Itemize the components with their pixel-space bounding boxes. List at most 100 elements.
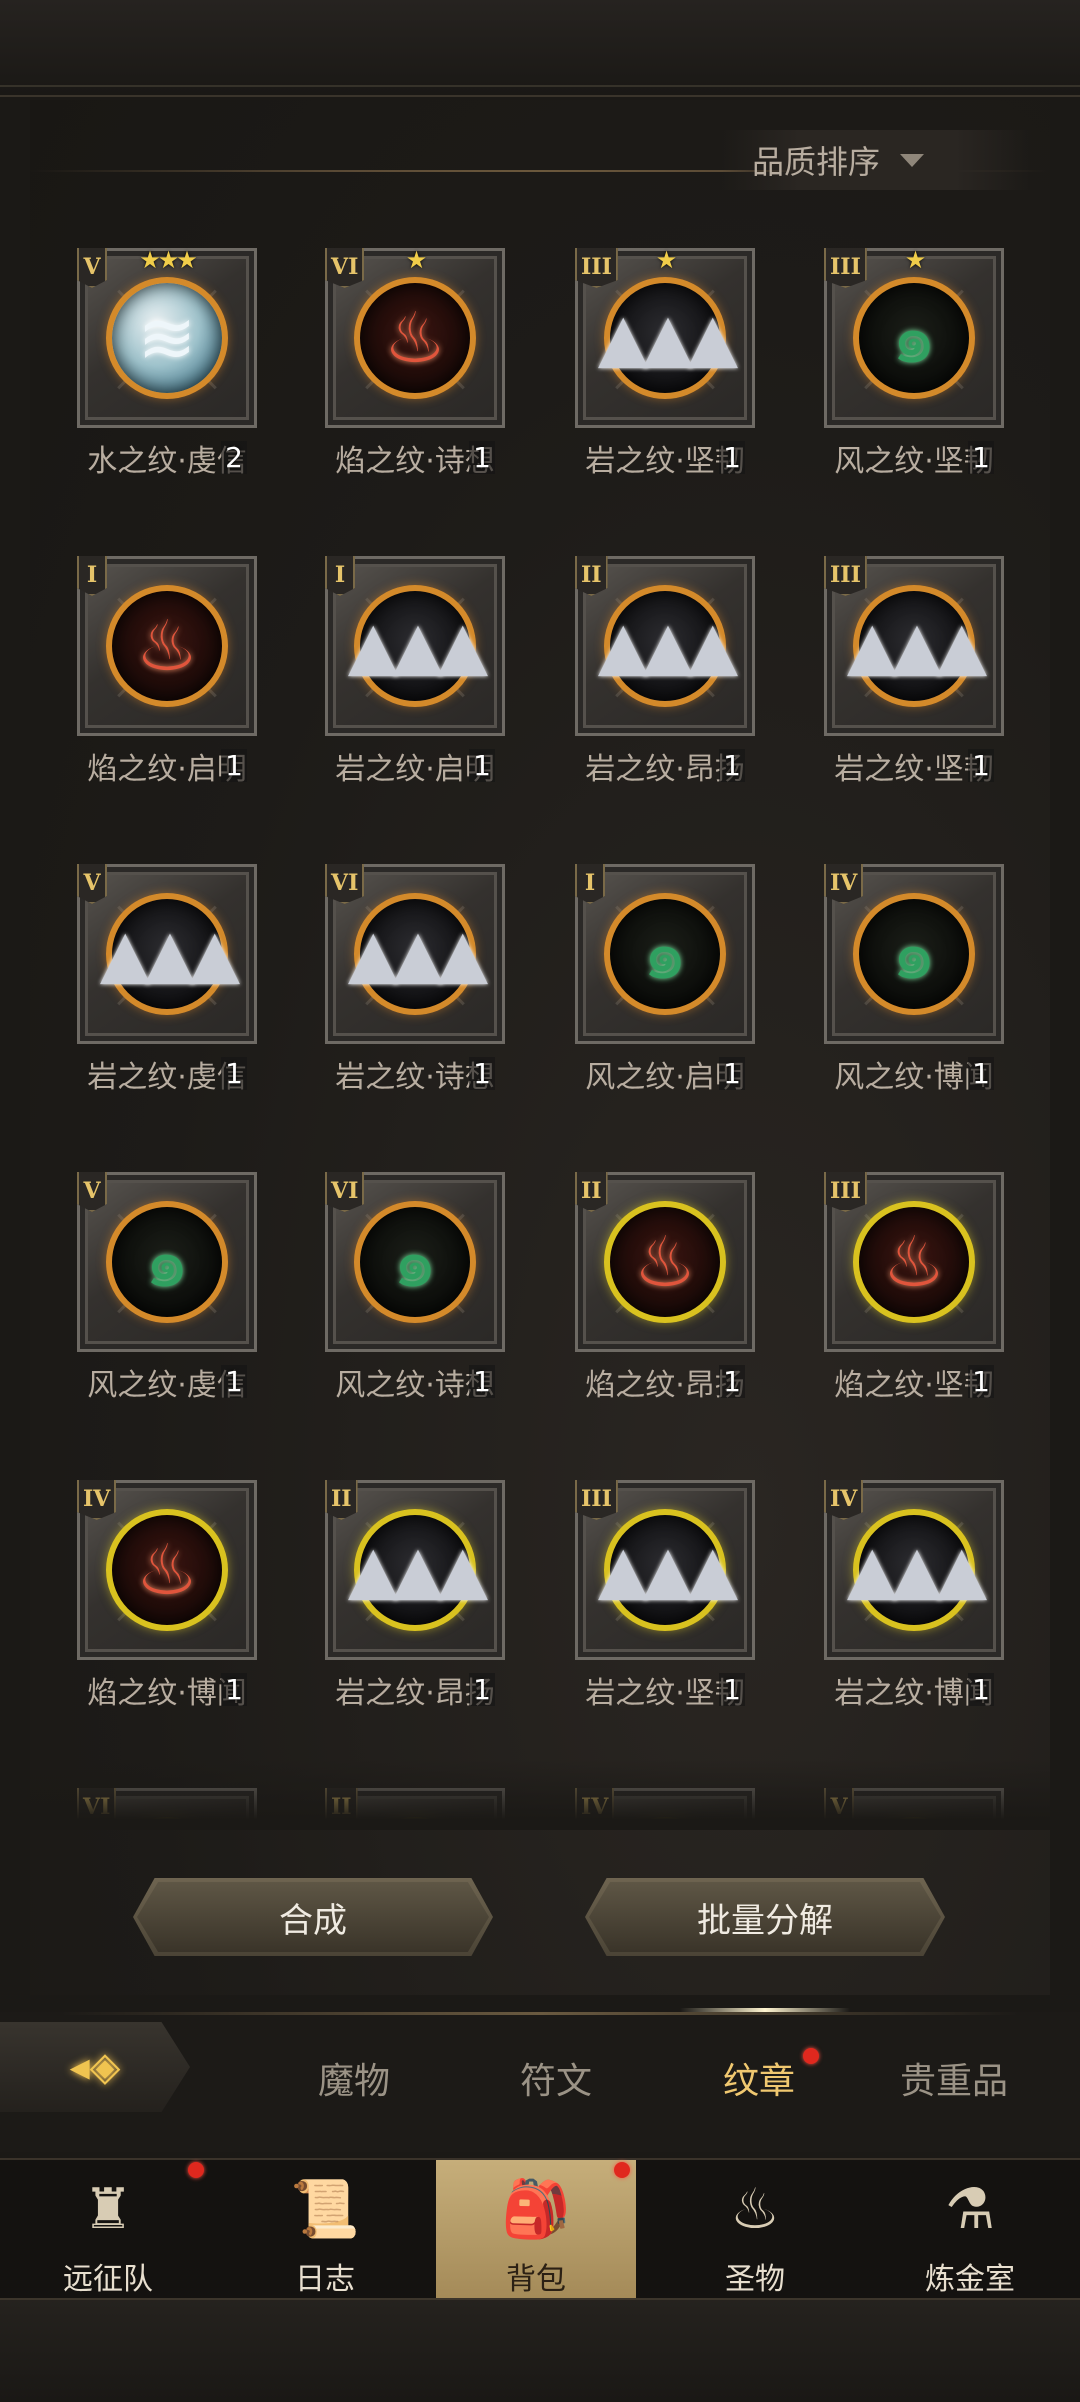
compose-button[interactable]: 合成 bbox=[133, 1878, 493, 1956]
grid-fade bbox=[0, 1760, 1080, 1830]
alchemy-icon: ⚗ bbox=[944, 2176, 996, 2242]
tab-active-indicator bbox=[680, 2008, 850, 2012]
bottom-nav: ♜ 远征队 📜 日志 🎒 背包 ♨ 圣物 ⚗ 炼金室 bbox=[0, 2158, 1080, 2300]
emblem-item[interactable]: ♨ VI ★ 1 焰之纹·诗想 bbox=[325, 246, 505, 479]
wind-emblem-icon: ๑ bbox=[853, 277, 975, 399]
rock-emblem-icon: ▲▲▲ bbox=[598, 277, 738, 399]
tier-badge: IV bbox=[77, 1480, 117, 1520]
tab-monsters[interactable]: 魔物 bbox=[318, 2052, 390, 2104]
item-quantity: 1 bbox=[469, 1057, 495, 1090]
fire-emblem-icon: ♨ bbox=[106, 1509, 228, 1631]
emblem-item[interactable]: ≋ V ★★★ 2 水之纹·虔信 bbox=[77, 246, 257, 479]
rock-emblem-icon: ▲▲▲ bbox=[847, 585, 987, 707]
emblem-item[interactable]: ๑ IV 1 风之纹·博闻 bbox=[824, 864, 1004, 1095]
tier-badge: I bbox=[77, 556, 107, 596]
emblem-item[interactable]: ๑ VI 1 风之纹·诗想 bbox=[325, 1172, 505, 1403]
fire-emblem-icon: ♨ bbox=[106, 585, 228, 707]
emblem-item[interactable]: ♨ IV 1 焰之纹·博闻 bbox=[77, 1480, 257, 1711]
item-quantity: 1 bbox=[469, 1365, 495, 1398]
backpack-icon: 🎒 bbox=[501, 2177, 571, 2242]
emblem-item[interactable]: ♨ III 1 焰之纹·坚韧 bbox=[824, 1172, 1004, 1403]
nav-journal[interactable]: 📜 日志 bbox=[225, 2160, 425, 2300]
rock-emblem-icon: ▲▲▲ bbox=[348, 1509, 488, 1631]
item-quantity: 1 bbox=[719, 1057, 745, 1090]
tab-emblems-badge bbox=[803, 2048, 819, 2064]
item-quantity: 1 bbox=[719, 1365, 745, 1398]
nav-alchemy[interactable]: ⚗ 炼金室 bbox=[870, 2160, 1070, 2300]
torch-icon: ♨ bbox=[729, 2176, 781, 2242]
emblem-item[interactable]: ๑ V 1 风之纹·虔信 bbox=[77, 1172, 257, 1403]
tab-valuables[interactable]: 贵重品 bbox=[900, 2052, 1008, 2104]
rock-emblem-icon: ▲▲▲ bbox=[598, 585, 738, 707]
star-rating: ★ bbox=[904, 246, 926, 274]
tier-badge: III bbox=[575, 248, 618, 288]
emblem-item[interactable]: ▲▲▲ III 1 岩之纹·坚韧 bbox=[575, 1480, 755, 1711]
item-quantity: 1 bbox=[469, 1673, 495, 1706]
tier-badge: II bbox=[575, 556, 608, 596]
tier-badge: V bbox=[77, 1172, 107, 1212]
item-quantity: 1 bbox=[221, 1057, 247, 1090]
tier-badge: III bbox=[824, 248, 867, 288]
tier-badge: IV bbox=[824, 864, 864, 904]
star-rating: ★ bbox=[405, 246, 427, 274]
nav-backpack[interactable]: 🎒 背包 bbox=[436, 2160, 636, 2300]
item-quantity: 1 bbox=[221, 1673, 247, 1706]
arrow-left-icon: ◂◈ bbox=[69, 2044, 121, 2090]
star-rating: ★ bbox=[655, 246, 677, 274]
tab-emblems[interactable]: 纹章 bbox=[723, 2048, 819, 2104]
batch-decompose-button-label: 批量分解 bbox=[697, 1900, 833, 1941]
emblem-grid: ≋ V ★★★ 2 水之纹·虔信 ♨ VI ★ 1 焰之纹·诗想 ▲▲▲ III ★ 1 岩之纹·坚韧๑ II… bbox=[0, 0, 1080, 1820]
emblem-item[interactable]: ▲▲▲ II 1 岩之纹·昂扬 bbox=[575, 556, 755, 787]
nav-relics[interactable]: ♨ 圣物 bbox=[655, 2160, 855, 2300]
tier-badge: IV bbox=[824, 1480, 864, 1520]
item-quantity: 1 bbox=[221, 749, 247, 782]
wind-emblem-icon: ๑ bbox=[604, 893, 726, 1015]
emblem-item[interactable]: ▲▲▲ IV 1 岩之纹·博闻 bbox=[824, 1480, 1004, 1711]
scroll-icon: 📜 bbox=[290, 2177, 360, 2242]
item-quantity: 1 bbox=[968, 1673, 994, 1706]
emblem-item[interactable]: ♨ II 1 焰之纹·昂扬 bbox=[575, 1172, 755, 1403]
tier-badge: II bbox=[575, 1172, 608, 1212]
fire-emblem-icon: ♨ bbox=[853, 1201, 975, 1323]
emblem-item[interactable]: ▲▲▲ III 1 岩之纹·坚韧 bbox=[824, 556, 1004, 787]
tier-badge: VI bbox=[325, 1172, 365, 1212]
item-quantity: 1 bbox=[469, 441, 495, 474]
tier-badge: V bbox=[77, 248, 107, 288]
fire-emblem-icon: ♨ bbox=[354, 277, 476, 399]
item-quantity: 1 bbox=[968, 749, 994, 782]
emblem-item[interactable]: ▲▲▲ I 1 岩之纹·启明 bbox=[325, 556, 505, 787]
emblem-item[interactable]: ▲▲▲ III ★ 1 岩之纹·坚韧 bbox=[575, 246, 755, 479]
tier-badge: VI bbox=[325, 864, 365, 904]
item-quantity: 1 bbox=[968, 1365, 994, 1398]
wind-emblem-icon: ๑ bbox=[853, 893, 975, 1015]
rock-emblem-icon: ▲▲▲ bbox=[598, 1509, 738, 1631]
wind-emblem-icon: ๑ bbox=[106, 1201, 228, 1323]
batch-decompose-button[interactable]: 批量分解 bbox=[585, 1878, 945, 1956]
emblem-item[interactable]: ๑ I 1 风之纹·启明 bbox=[575, 864, 755, 1095]
tier-badge: II bbox=[325, 1480, 358, 1520]
tab-scroll-left-button[interactable]: ◂◈ bbox=[0, 2022, 190, 2112]
tier-badge: I bbox=[325, 556, 355, 596]
category-tab-bar: ◂◈ 魔物 符文 纹章 贵重品 bbox=[0, 2012, 1080, 2152]
item-quantity: 1 bbox=[968, 1057, 994, 1090]
wind-emblem-icon: ๑ bbox=[354, 1201, 476, 1323]
tab-runes[interactable]: 符文 bbox=[520, 2052, 592, 2104]
emblem-item[interactable]: ▲▲▲ II 1 岩之纹·昂扬 bbox=[325, 1480, 505, 1711]
item-quantity: 1 bbox=[719, 1673, 745, 1706]
nav-backpack-badge bbox=[614, 2162, 630, 2178]
tier-badge: V bbox=[77, 864, 107, 904]
emblem-item[interactable]: ๑ III ★ 1 风之纹·坚韧 bbox=[824, 246, 1004, 479]
rock-emblem-icon: ▲▲▲ bbox=[348, 893, 488, 1015]
nav-expedition[interactable]: ♜ 远征队 bbox=[8, 2160, 208, 2300]
tier-badge: VI bbox=[325, 248, 365, 288]
water-emblem-icon: ≋ bbox=[106, 277, 228, 399]
viking-helmet-icon: ♜ bbox=[82, 2176, 134, 2242]
tier-badge: III bbox=[824, 1172, 867, 1212]
item-quantity: 1 bbox=[719, 749, 745, 782]
emblem-item[interactable]: ▲▲▲ V 1 岩之纹·虔信 bbox=[77, 864, 257, 1095]
emblem-item[interactable]: ▲▲▲ VI 1 岩之纹·诗想 bbox=[325, 864, 505, 1095]
nav-expedition-badge bbox=[188, 2162, 204, 2178]
item-quantity: 1 bbox=[968, 441, 994, 474]
star-rating: ★★★ bbox=[139, 246, 198, 274]
emblem-item[interactable]: ♨ I 1 焰之纹·启明 bbox=[77, 556, 257, 787]
